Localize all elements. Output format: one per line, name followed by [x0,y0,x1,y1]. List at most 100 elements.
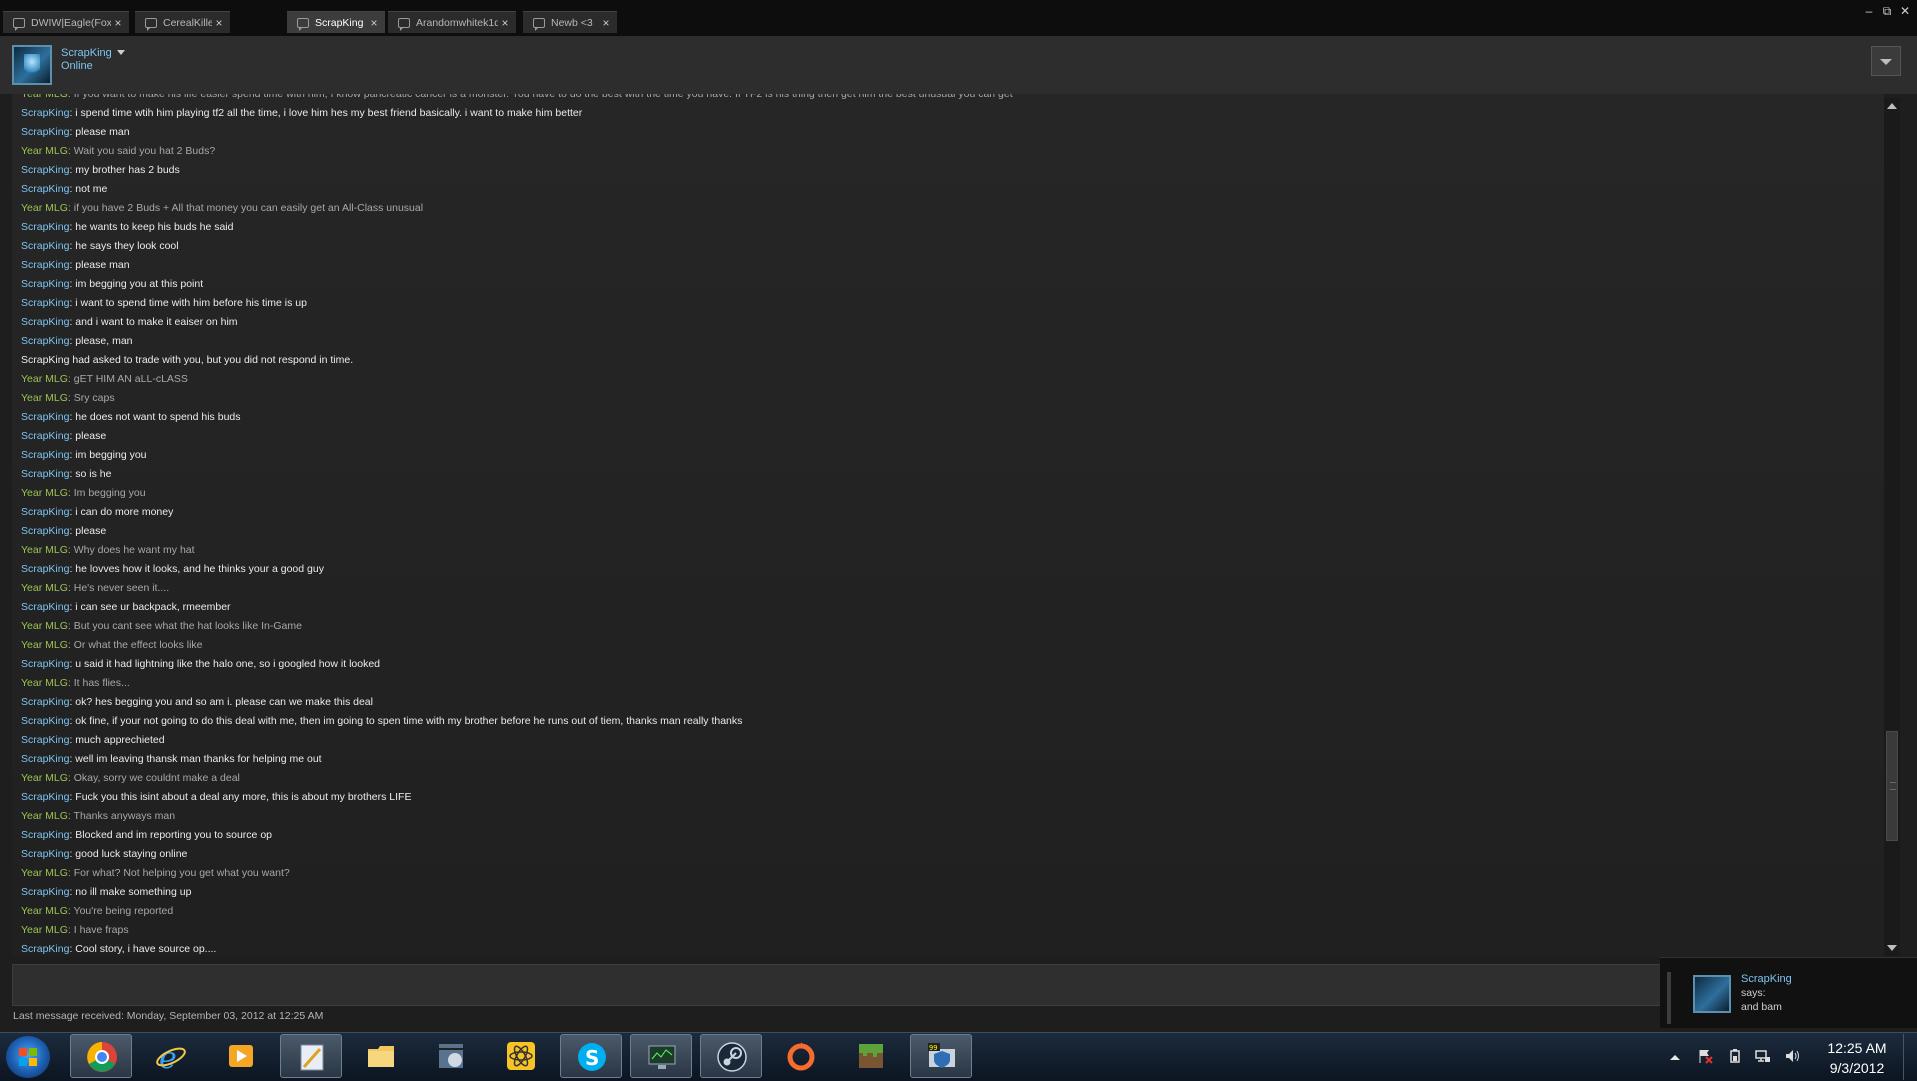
power-icon[interactable] [1727,1048,1743,1064]
message-sender[interactable]: ScrapKing [21,221,69,233]
message-sender[interactable]: ScrapKing [21,829,69,841]
close-icon[interactable]: × [367,16,381,30]
show-hidden-icons-arrow[interactable] [1670,1055,1680,1060]
chat-message: ScrapKing: please man [21,123,1884,142]
chat-message: ScrapKing: he says they look cool [21,237,1884,256]
network-icon[interactable] [1755,1048,1771,1064]
message-sender[interactable]: ScrapKing [21,164,69,176]
tab-label: ScrapKing [315,16,364,29]
message-sender[interactable]: ScrapKing [21,449,69,461]
toast-sender: ScrapKing [1741,973,1792,985]
restore-button[interactable]: ⧉ [1880,4,1894,19]
message-sender[interactable]: ScrapKing [21,753,69,765]
message-sender[interactable]: Year MLG [21,392,68,404]
taskbar-minecraft[interactable] [840,1034,902,1078]
taskbar-media-player[interactable] [210,1034,272,1078]
message-text: But you cant see what the hat looks like… [73,620,302,632]
close-icon[interactable]: × [111,16,125,30]
friend-status: Online [61,60,93,72]
chat-log[interactable]: Year MLG: If you want to make his life e… [12,94,1884,956]
message-sender[interactable]: Year MLG [21,202,68,214]
message-sender[interactable]: Year MLG [21,772,68,784]
message-sender[interactable]: ScrapKing [21,601,69,613]
message-sender[interactable]: ScrapKing [21,278,69,290]
message-sender[interactable]: ScrapKing [21,943,69,955]
clock-date[interactable]: 9/3/2012 [1826,1060,1888,1076]
taskbar-skype[interactable]: S [560,1034,622,1078]
message-sender[interactable]: ScrapKing [21,563,69,575]
taskbar-internet-explorer[interactable]: e [140,1034,202,1078]
scroll-up-arrow-icon[interactable] [1887,103,1897,109]
volume-icon[interactable] [1784,1048,1800,1064]
message-sender[interactable]: ScrapKing [21,506,69,518]
scroll-thumb[interactable] [1886,731,1898,841]
message-sender[interactable]: Year MLG [21,582,68,594]
close-icon[interactable]: × [498,16,512,30]
message-sender[interactable]: ScrapKing [21,107,69,119]
taskbar-explorer[interactable] [350,1034,412,1078]
clock-time[interactable]: 12:25 AM [1826,1040,1888,1056]
tab-dwiw-eagle[interactable]: DWIW|Eagle(Foxtrot1) × [3,11,129,33]
chevron-down-icon[interactable] [117,50,125,55]
message-input[interactable] [12,964,1672,1006]
taskbar-origin[interactable] [770,1034,832,1078]
start-button[interactable] [6,1036,50,1078]
monitor-app-icon [648,1045,676,1069]
message-sender[interactable]: ScrapKing [21,715,69,727]
message-sender[interactable]: ScrapKing [21,297,69,309]
message-sender[interactable]: Year MLG [21,924,68,936]
close-icon[interactable]: × [212,16,226,30]
message-sender[interactable]: ScrapKing [21,468,69,480]
message-sender[interactable]: Year MLG [21,94,68,100]
scroll-down-arrow-icon[interactable] [1887,945,1897,951]
taskbar-monitor-app[interactable] [630,1034,692,1078]
message-sender[interactable]: ScrapKing [21,126,69,138]
message-sender[interactable]: ScrapKing [21,183,69,195]
friend-name[interactable]: ScrapKing [61,47,112,59]
message-sender[interactable]: ScrapKing [21,696,69,708]
close-window-button[interactable]: ✕ [1898,4,1912,18]
tab-arandomwhitek1d[interactable]: Arandomwhitek1d × [388,11,516,33]
taskbar-shield-app[interactable]: 99 [910,1034,972,1078]
message-sender[interactable]: ScrapKing [21,259,69,271]
message-sender[interactable]: ScrapKing [21,240,69,252]
message-sender[interactable]: Year MLG [21,487,68,499]
message-sender[interactable]: ScrapKing [21,734,69,746]
message-sender[interactable]: Year MLG [21,145,68,157]
taskbar-steam[interactable] [700,1034,762,1078]
action-center-flag-icon[interactable] [1697,1048,1713,1064]
message-sender[interactable]: Year MLG [21,373,68,385]
message-sender[interactable]: Year MLG [21,639,68,651]
message-sender[interactable]: Year MLG [21,905,68,917]
taskbar-notepad[interactable] [280,1034,342,1078]
scrollbar[interactable] [1884,98,1900,956]
taskbar-video-editor[interactable] [420,1034,482,1078]
message-sender[interactable]: ScrapKing [21,848,69,860]
message-sender[interactable]: Year MLG [21,867,68,879]
message-sender[interactable]: Year MLG [21,620,68,632]
chat-message: ScrapKing: please man [21,256,1884,275]
tab-scrapking[interactable]: ScrapKing × [287,11,385,33]
tab-cerealkiller159[interactable]: CerealKiller159 × [135,11,230,33]
message-sender[interactable]: ScrapKing [21,886,69,898]
show-desktop-button[interactable] [1903,1034,1917,1080]
message-sender[interactable]: Year MLG [21,810,68,822]
message-sender[interactable]: ScrapKing [21,791,69,803]
taskbar-atom-app[interactable] [490,1034,552,1078]
close-icon[interactable]: × [599,16,613,30]
message-sender[interactable]: ScrapKing [21,335,69,347]
message-text: he does not want to spend his buds [75,411,241,423]
tab-newb[interactable]: Newb <3 × [523,11,617,33]
message-sender[interactable]: ScrapKing [21,316,69,328]
chat-options-button[interactable] [1871,46,1901,76]
message-sender[interactable]: Year MLG [21,677,68,689]
message-sender[interactable]: ScrapKing [21,430,69,442]
message-text: I have fraps [73,924,129,936]
message-sender[interactable]: Year MLG [21,544,68,556]
message-sender[interactable]: ScrapKing [21,411,69,423]
taskbar-chrome[interactable] [70,1034,132,1078]
message-sender[interactable]: ScrapKing [21,525,69,537]
message-sender[interactable]: ScrapKing [21,658,69,670]
avatar[interactable] [12,45,52,85]
minimize-button[interactable]: – [1862,4,1876,18]
